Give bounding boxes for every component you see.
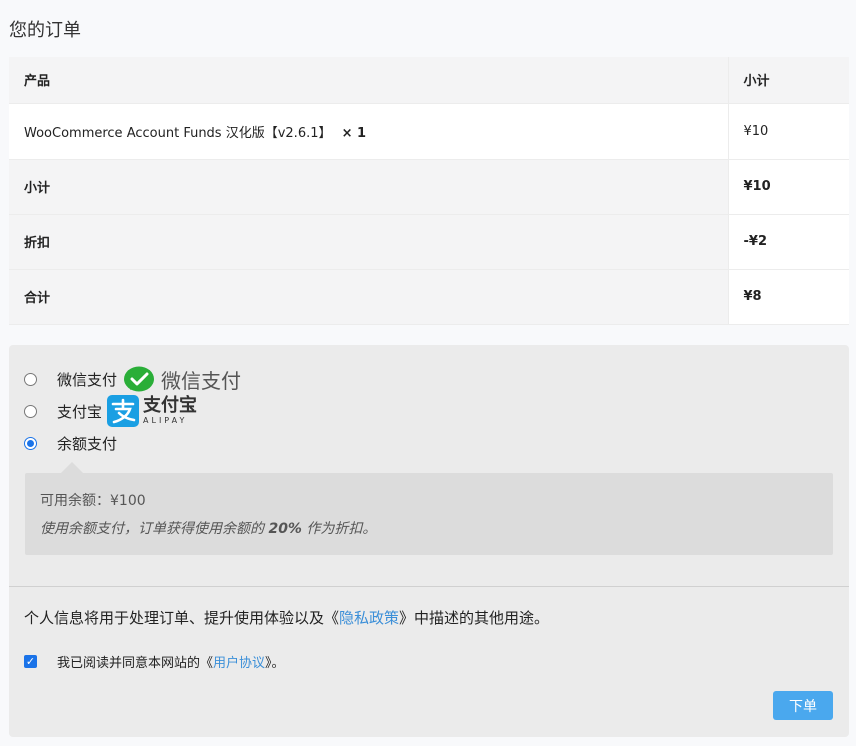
balance-radio[interactable] [24,437,37,450]
discount-percent: 20% [268,521,302,537]
wechat-logo-text: 微信支付 [161,369,242,393]
terms-checkbox[interactable]: ✓ [24,655,37,668]
payment-method-balance[interactable]: 余额支付 [24,433,117,454]
privacy-notice: 个人信息将用于处理订单、提升使用体验以及《隐私政策》中描述的其他用途。 [24,607,549,628]
wechat-radio[interactable] [24,373,37,386]
payment-method-alipay[interactable]: 支付宝 支付宝 ALIPAY [24,395,197,427]
discount-note-prefix: 使用余额支付，订单获得使用余额的 [40,521,269,537]
user-agreement-link[interactable]: 用户协议 [213,652,265,671]
product-price: ¥10 [727,103,849,160]
total-label: 合计 [9,269,728,325]
payment-method-wechat[interactable]: 微信支付 微信支付 [24,365,241,394]
alipay-icon [107,395,140,427]
product-qty: × 1 [341,125,367,141]
product-cell: WooCommerce Account Funds 汉化版【v2.6.1】 × … [9,103,728,160]
total-value: ¥8 [727,269,849,325]
discount-note: 使用余额支付，订单获得使用余额的 20% 作为折扣。 [40,518,818,538]
balance-line: 可用余额：¥100 [40,490,818,510]
wechat-icon [124,366,155,391]
table-header-row: 产品 小计 [9,57,849,104]
terms-prefix: 我已阅读并同意本网站的《 [57,656,214,671]
balance-label: 余额支付 [57,435,118,453]
privacy-suffix: 》中描述的其他用途。 [399,609,550,627]
table-row: WooCommerce Account Funds 汉化版【v2.6.1】 × … [9,103,849,160]
total-value: ¥10 [727,159,849,215]
checkmark-icon: ✓ [25,655,36,668]
alipay-logo: 支付宝 ALIPAY [107,395,197,427]
balance-available-label: 可用余额： [40,493,110,509]
wechat-logo: 微信支付 [123,365,241,394]
privacy-policy-link[interactable]: 隐私政策 [339,609,399,627]
balance-available-value: ¥100 [110,493,146,509]
total-row: 合计 ¥8 [9,269,849,325]
payment-box: 微信支付 微信支付 支付宝 支付宝 ALIPAY 余额支付 可用余额：¥100 … [9,345,849,737]
header-product: 产品 [9,57,728,104]
description-arrow [61,462,83,473]
total-row: 折扣 -¥2 [9,214,849,270]
wechat-label: 微信支付 [57,371,118,389]
page-title: 您的订单 [9,20,81,41]
total-label: 小计 [9,159,728,215]
header-subtotal: 小计 [727,57,849,104]
alipay-logo-text: 支付宝 [143,395,198,416]
total-label: 折扣 [9,214,728,270]
divider [9,586,849,587]
terms-suffix: 》。 [265,656,285,671]
alipay-logo-words: 支付宝 ALIPAY [143,397,197,425]
terms-agreement[interactable]: ✓ 我已阅读并同意本网站的《 用户协议 》。 [24,652,285,671]
privacy-prefix: 个人信息将用于处理订单、提升使用体验以及《 [24,609,340,627]
alipay-label: 支付宝 [57,402,103,421]
discount-note-suffix: 作为折扣。 [301,521,377,537]
alipay-logo-subtext: ALIPAY [143,416,188,425]
alipay-radio[interactable] [24,404,37,418]
order-table: 产品 小计 WooCommerce Account Funds 汉化版【v2.6… [9,57,849,325]
payment-description: 可用余额：¥100 使用余额支付，订单获得使用余额的 20% 作为折扣。 [25,473,833,555]
total-value: -¥2 [727,214,849,270]
place-order-button[interactable]: 下单 [773,691,833,720]
total-row: 小计 ¥10 [9,159,849,215]
product-name: WooCommerce Account Funds 汉化版【v2.6.1】 [24,125,332,141]
